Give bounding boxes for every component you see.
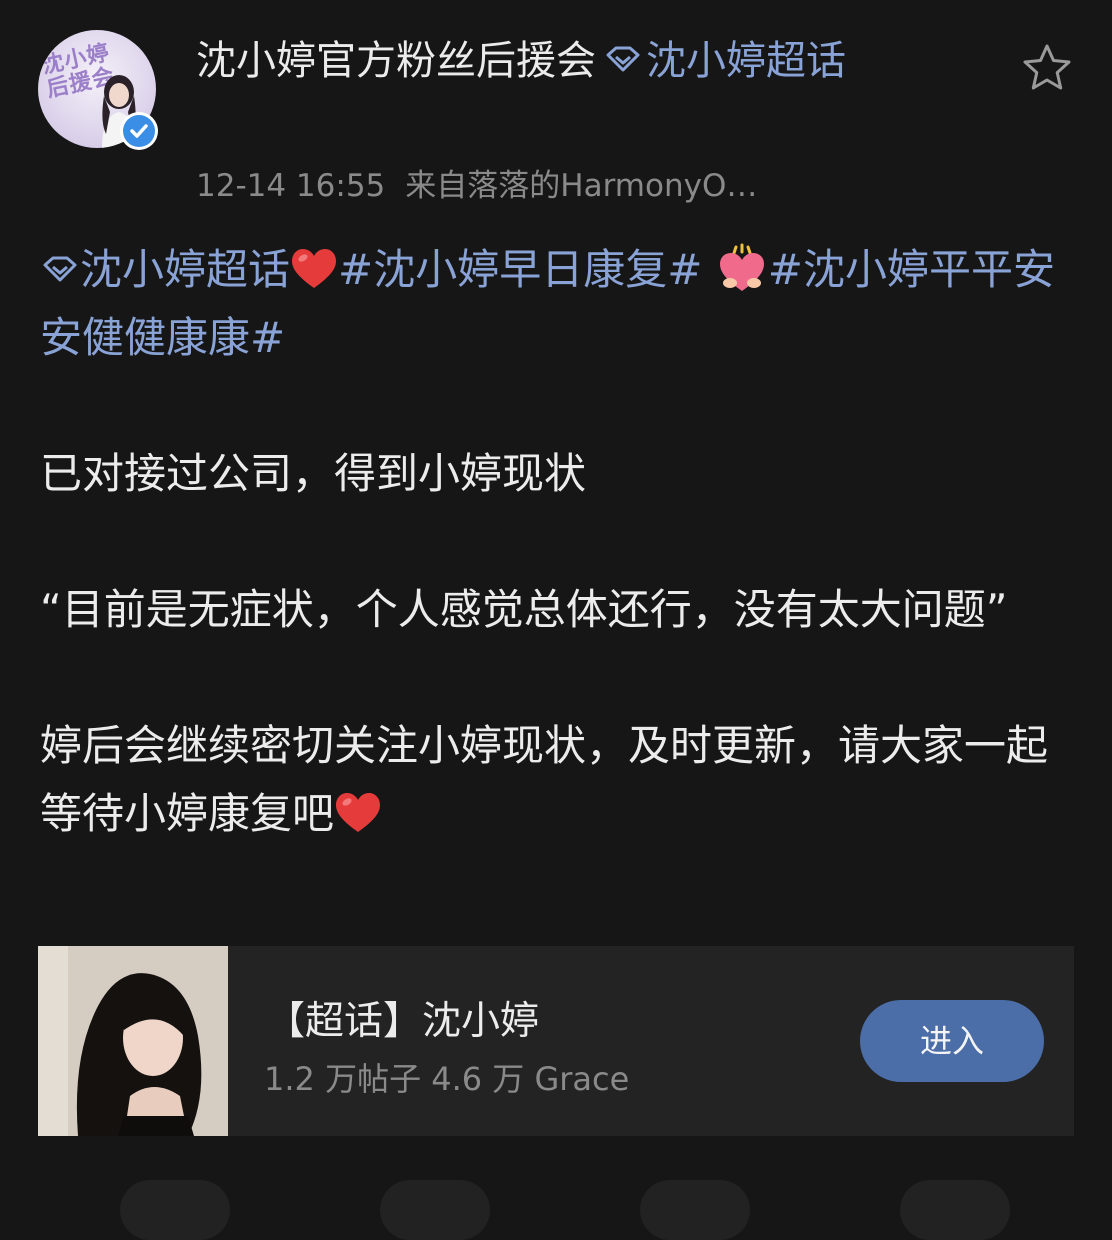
- post-source: 来自落落的HarmonyO…: [405, 168, 758, 204]
- verified-check-icon: [120, 112, 158, 150]
- card-stats: 1.2 万帖子 4.6 万 Grace: [264, 1060, 630, 1098]
- post-meta: 12-14 16:55 来自落落的HarmonyO…: [196, 160, 757, 205]
- card-title: 【超话】沈小婷: [266, 999, 540, 1044]
- post-tags-line: 沈小婷超话 #沈小婷早日康复# #沈小婷平平安安健健康康#: [40, 236, 1080, 372]
- action-bar-item[interactable]: [640, 1180, 750, 1240]
- topic-cover-photo: [38, 946, 228, 1136]
- red-heart-emoji-icon: [336, 792, 381, 832]
- star-icon[interactable]: [1020, 42, 1074, 94]
- topic-link[interactable]: 沈小婷超话: [80, 245, 290, 294]
- author-line: 沈小婷官方粉丝后援会 沈小婷超话: [196, 32, 896, 90]
- super-topic-card[interactable]: 【超话】沈小婷 1.2 万帖子 4.6 万 Grace 进入: [38, 946, 1074, 1136]
- action-bar-item[interactable]: [900, 1180, 1010, 1240]
- red-heart-emoji-icon: [292, 248, 337, 288]
- author-name[interactable]: 沈小婷官方粉丝后援会: [196, 38, 596, 84]
- post-paragraph: 婷后会继续密切关注小婷现状，及时更新，请大家一起等待小婷康复吧: [40, 721, 1049, 838]
- post-paragraph: “目前是无症状，个人感觉总体还行，没有太大问题”: [40, 585, 1008, 634]
- post-paragraph: 已对接过公司，得到小婷现状: [40, 449, 587, 498]
- action-bar-item[interactable]: [120, 1180, 230, 1240]
- action-bar-item[interactable]: [380, 1180, 490, 1240]
- hashtag-link[interactable]: #沈小婷早日康复#: [338, 245, 702, 294]
- post-body: 沈小婷超话 #沈小婷早日康复# #沈小婷平平安安健健康康# 已对接过公司，得到小…: [40, 236, 1080, 848]
- author-topic-link[interactable]: 沈小婷超话: [646, 38, 846, 84]
- diamond-icon: [43, 256, 77, 281]
- hugging-heart-emoji-icon: [719, 243, 764, 291]
- diamond-icon: [606, 46, 640, 72]
- post-timestamp: 12-14 16:55: [196, 168, 386, 204]
- enter-button[interactable]: 进入: [860, 1000, 1044, 1082]
